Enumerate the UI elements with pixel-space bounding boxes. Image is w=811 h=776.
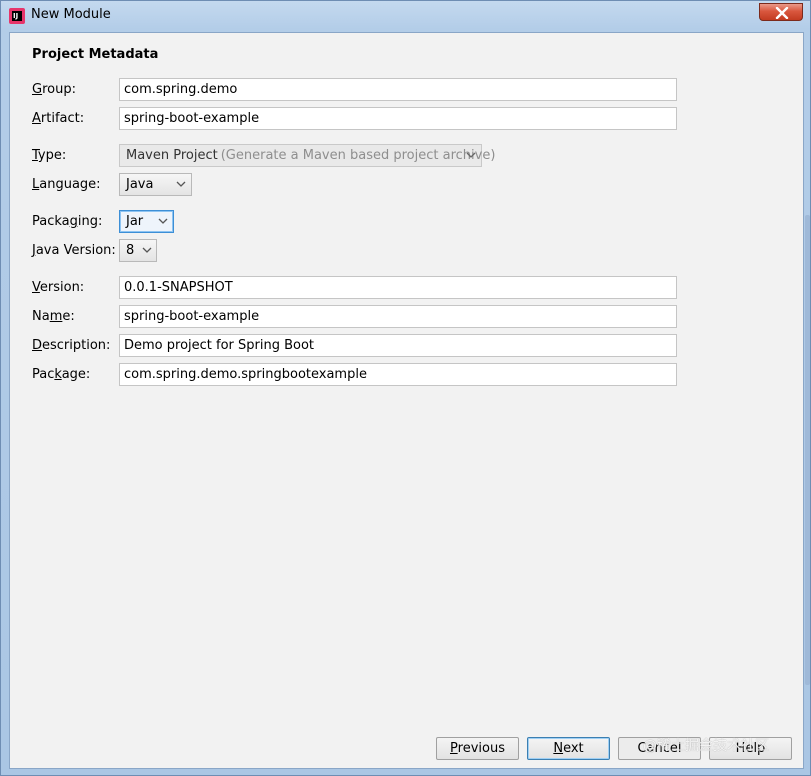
version-label: Version: [32,280,85,295]
java-version-label: Java Version: [32,243,116,258]
window-title: New Module [31,7,111,22]
description-field[interactable]: Demo project for Spring Boot [119,334,677,357]
language-label: Language: [32,177,101,192]
packaging-label: Packaging: [32,214,103,229]
name-label: Name: [32,309,75,324]
previous-button[interactable]: Previous [436,737,519,760]
type-label: Type: [32,148,67,163]
type-dropdown[interactable]: Maven Project (Generate a Maven based pro… [119,144,495,167]
version-field[interactable]: 0.0.1-SNAPSHOT [119,276,677,299]
chevron-down-icon [158,218,168,224]
packaging-dropdown[interactable]: Jar [119,210,174,233]
description-label: Description: [32,338,111,353]
close-button[interactable] [759,3,803,21]
artifact-field[interactable]: spring-boot-example [119,107,677,130]
dialog-content: Project Metadata Group: com.spring.demo … [9,32,804,769]
package-label: Package: [32,367,91,382]
language-value: Java [126,177,154,192]
package-field[interactable]: com.spring.demo.springbootexample [119,363,677,386]
intellij-app-icon: IJ [9,8,25,24]
type-hint: (Generate a Maven based project archive) [220,148,496,163]
chevron-down-icon [176,181,186,187]
chevron-down-icon [142,247,152,253]
java-version-value: 8 [126,243,135,258]
cancel-button[interactable]: Cancel [618,737,701,760]
artifact-label: Artifact: [32,111,85,126]
language-dropdown[interactable]: Java [119,173,192,196]
java-version-dropdown[interactable]: 8 [119,239,157,262]
dialog-window: IJ New Module Project Metadata Group: co… [0,0,811,776]
packaging-value: Jar [126,214,144,229]
window-resize-edge[interactable] [805,215,810,685]
section-title: Project Metadata [32,47,159,62]
chevron-down-icon [466,152,476,158]
close-icon [775,7,789,19]
group-field[interactable]: com.spring.demo [119,78,677,101]
help-button[interactable]: Help [709,737,792,760]
title-bar[interactable]: IJ New Module [1,1,810,31]
group-label: Group: [32,82,76,97]
type-value: Maven Project [126,148,218,163]
name-field[interactable]: spring-boot-example [119,305,677,328]
next-button[interactable]: Next [527,737,610,760]
